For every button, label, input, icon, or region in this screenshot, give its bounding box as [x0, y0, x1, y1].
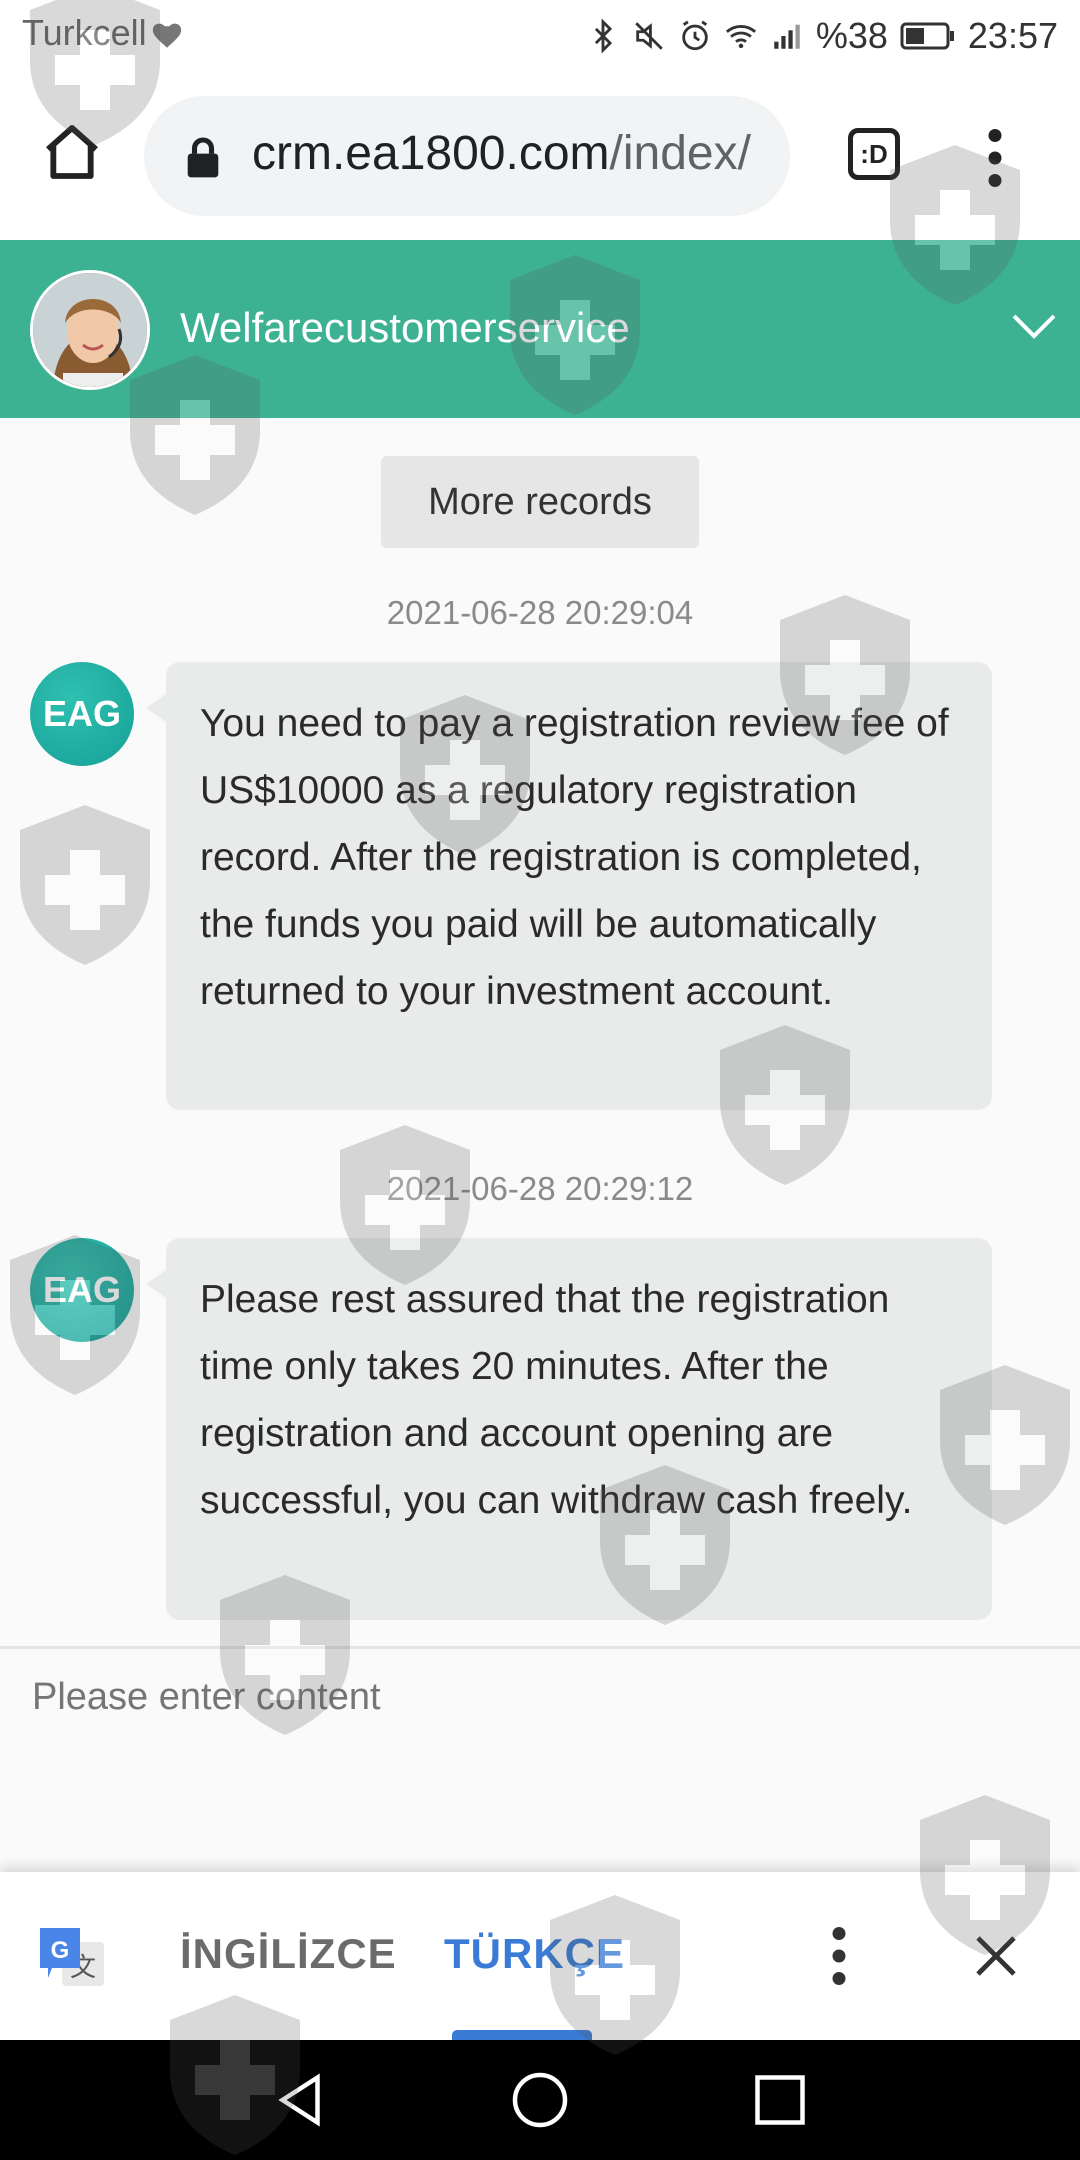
message-input-area [0, 1646, 1080, 1875]
selected-language-indicator [452, 2030, 592, 2040]
svg-text:G: G [51, 1937, 70, 1964]
sender-avatar: EAG [30, 662, 134, 766]
signal-icon [774, 24, 800, 49]
home-icon[interactable] [40, 120, 104, 184]
message-bubble: Please rest assured that the registratio… [146, 1238, 992, 1620]
clock: 23:57 [967, 15, 1058, 56]
message-input[interactable] [30, 1675, 1034, 1720]
tab-switcher-icon[interactable]: :D [848, 128, 900, 180]
browser-toolbar: crm.ea1800.com/index/ :D [0, 72, 1080, 240]
chat-title: Welfarecustomerservice [180, 304, 630, 351]
system-nav-bar [0, 2040, 1080, 2160]
battery-icon [900, 22, 954, 50]
address-bar[interactable]: crm.ea1800.com/index/ [144, 96, 790, 216]
chevron-down-icon[interactable] [1010, 312, 1058, 342]
status-icons: %38 23:57 [586, 12, 1058, 60]
message-timestamp: 2021-06-28 20:29:12 [386, 1170, 694, 1207]
lock-icon [187, 137, 219, 178]
overflow-menu-icon[interactable] [828, 1926, 850, 1986]
status-bar: Turkcell %38 23:57 [0, 0, 1080, 72]
back-icon[interactable] [270, 2070, 330, 2130]
carrier-name: Turkcell [22, 12, 147, 53]
shield-watermark-icon [20, 805, 150, 965]
target-language-tab[interactable]: TÜRKÇE [444, 1930, 625, 1978]
translate-bar: 文 G İNGİLİZCE TÜRKÇE [0, 1872, 1080, 2040]
source-language-tab[interactable]: İNGİLİZCE [180, 1930, 397, 1978]
google-translate-icon[interactable]: 文 G [38, 1924, 108, 1994]
heart-icon [152, 23, 182, 48]
url-text: crm.ea1800.com/index/ [252, 126, 751, 181]
recents-icon[interactable] [750, 2070, 810, 2130]
message-timestamp: 2021-06-28 20:29:04 [386, 594, 694, 631]
overflow-menu-icon[interactable] [984, 128, 1006, 188]
home-circle-icon[interactable] [510, 2070, 570, 2130]
bluetooth-icon [594, 19, 612, 53]
url-path: /index/ [609, 127, 751, 180]
sender-avatar: EAG [30, 1238, 134, 1342]
agent-avatar [30, 270, 150, 390]
wifi-icon [725, 25, 756, 49]
message-bubble: You need to pay a registration review fe… [146, 662, 992, 1110]
agent-photo-icon [33, 273, 147, 387]
url-host: crm.ea1800.com [252, 127, 610, 180]
close-icon[interactable] [972, 1932, 1020, 1980]
chat-header: Welfarecustomerservice [0, 240, 1080, 418]
more-records-button[interactable]: More records [381, 456, 699, 548]
alarm-icon [682, 20, 708, 51]
mute-icon [635, 22, 663, 50]
battery-percent: %38 [815, 15, 888, 56]
